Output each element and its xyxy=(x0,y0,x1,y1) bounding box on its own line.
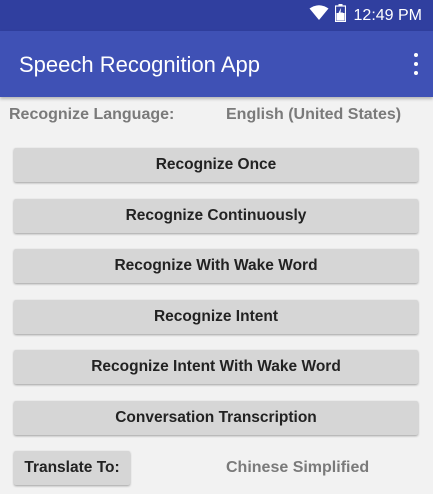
battery-icon xyxy=(334,4,346,27)
menu-dot xyxy=(414,53,418,57)
wifi-icon xyxy=(309,5,329,26)
recognize-intent-wake-word-button[interactable]: Recognize Intent With Wake Word xyxy=(14,350,418,384)
menu-dot xyxy=(414,71,418,75)
status-icons: 12:49 PM xyxy=(309,0,422,31)
language-row: Recognize Language: English (United Stat… xyxy=(0,102,433,128)
app-bar: Speech Recognition App xyxy=(0,31,433,97)
recognize-intent-button[interactable]: Recognize Intent xyxy=(14,300,418,334)
status-bar: 12:49 PM xyxy=(0,0,433,31)
menu-dot xyxy=(414,62,418,66)
translate-to-button[interactable]: Translate To: xyxy=(14,451,130,485)
conversation-transcription-button[interactable]: Conversation Transcription xyxy=(14,401,418,435)
language-label: Recognize Language: xyxy=(9,106,175,123)
recognize-continuously-button[interactable]: Recognize Continuously xyxy=(14,199,418,233)
overflow-menu-icon[interactable] xyxy=(409,51,423,77)
translate-language-value[interactable]: Chinese Simplified xyxy=(226,459,369,477)
app-title: Speech Recognition App xyxy=(19,52,260,77)
recognize-wake-word-button[interactable]: Recognize With Wake Word xyxy=(14,249,418,283)
recognize-once-button[interactable]: Recognize Once xyxy=(14,148,418,182)
language-value[interactable]: English (United States) xyxy=(226,106,401,124)
status-time: 12:49 PM xyxy=(353,6,422,24)
